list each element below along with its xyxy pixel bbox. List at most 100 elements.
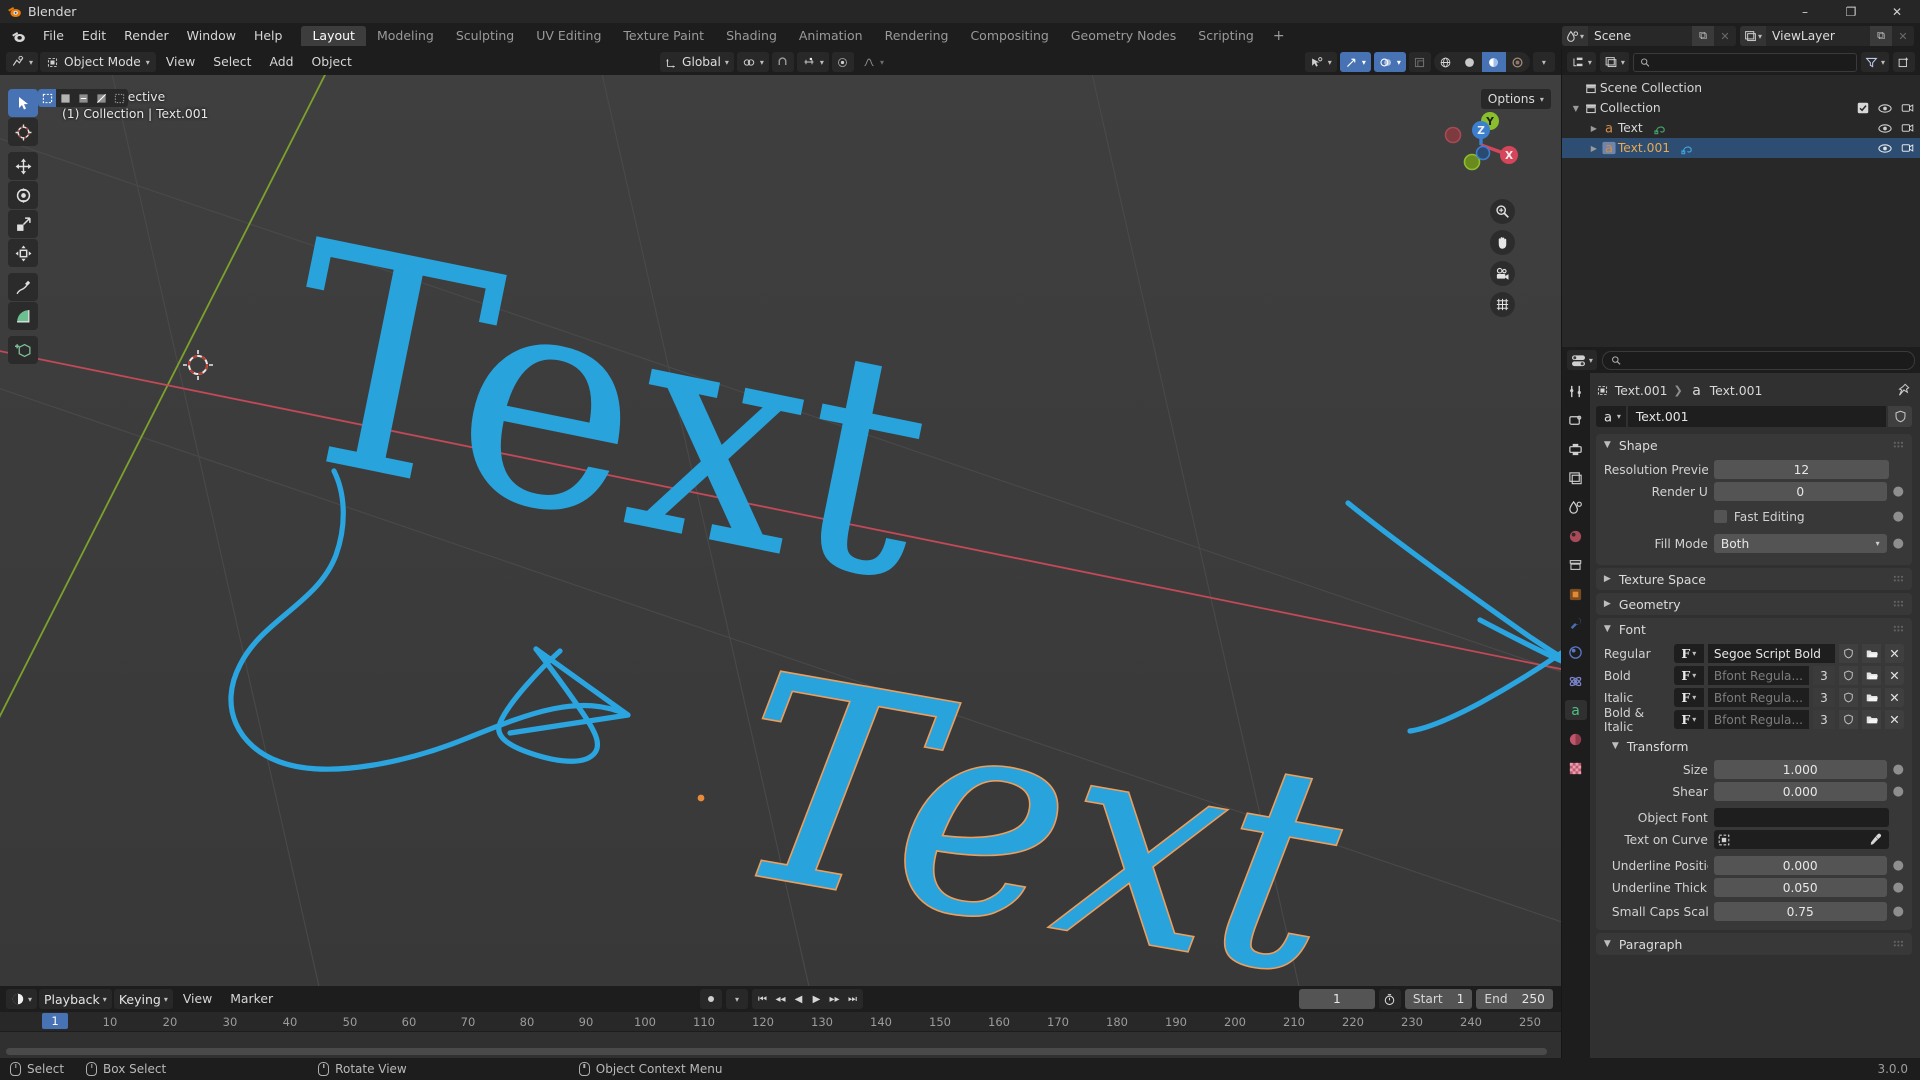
timeline-playhead[interactable]: 1 <box>42 1013 68 1029</box>
proportional-edit-button[interactable] <box>831 52 854 72</box>
timeline-editor-type-button[interactable]: ▾ <box>6 989 38 1009</box>
tab-sculpting[interactable]: Sculpting <box>445 26 525 46</box>
tab-scripting[interactable]: Scripting <box>1187 26 1265 46</box>
cursor-tool-button[interactable] <box>8 118 38 146</box>
font-italic-users[interactable]: 3 <box>1813 688 1835 707</box>
viewlayer-selector[interactable]: ▾ ViewLayer ⧉ ✕ <box>1740 26 1914 46</box>
tab-modifier-properties[interactable] <box>1565 613 1587 633</box>
animate-property-dot[interactable]: ● <box>1893 905 1904 918</box>
transform-orientation-dropdown[interactable]: Global ▾ <box>660 52 734 72</box>
new-viewlayer-button[interactable]: ⧉ <box>1870 26 1892 46</box>
unlink-font-icon[interactable]: ✕ <box>1885 644 1904 663</box>
outliner-row-text-001[interactable]: ▶ a Text.001 <box>1561 138 1920 158</box>
shading-rendered-button[interactable] <box>1506 52 1530 72</box>
tab-object-data-properties[interactable]: a <box>1564 700 1587 720</box>
tab-viewlayer-properties[interactable] <box>1565 468 1587 488</box>
disclosure-triangle[interactable]: ▶ <box>1588 144 1600 153</box>
scene-selector[interactable]: ▾ Scene ⧉ ✕ <box>1562 26 1736 46</box>
tab-output-properties[interactable] <box>1565 439 1587 459</box>
object-mode-dropdown[interactable]: Object Mode ▾ <box>40 52 156 72</box>
tab-rendering[interactable]: Rendering <box>874 26 960 46</box>
open-font-icon[interactable] <box>1862 688 1881 707</box>
open-font-icon[interactable] <box>1862 644 1881 663</box>
use-preview-range-button[interactable] <box>1378 989 1401 1009</box>
properties-search-input[interactable] <box>1601 350 1915 370</box>
properties-editor-type-button[interactable]: ▾ <box>1566 350 1597 370</box>
unlink-scene-button[interactable]: ✕ <box>1714 26 1736 46</box>
tab-texture-paint[interactable]: Texture Paint <box>612 26 715 46</box>
underline-position-field[interactable]: 0.000 <box>1713 856 1887 875</box>
tab-animation[interactable]: Animation <box>788 26 874 46</box>
shading-options-dropdown[interactable]: ▾ <box>1532 52 1555 72</box>
outliner-tree[interactable]: Scene Collection ▼ Collection ▶ a Text ▶… <box>1561 75 1920 347</box>
camera-render-icon[interactable] <box>1901 142 1914 154</box>
outliner-editor-type-button[interactable]: ▾ <box>1566 52 1596 72</box>
font-regular-value[interactable]: Segoe Script Bold <box>1707 644 1835 663</box>
fast-editing-checkbox[interactable] <box>1713 510 1727 523</box>
gizmo-toggle-dropdown[interactable]: ▾ <box>1339 52 1371 72</box>
panel-font-header[interactable]: ▼ Font <box>1596 618 1912 640</box>
play-reverse-button[interactable]: ◀ <box>790 990 807 1008</box>
tab-scene-properties[interactable] <box>1565 497 1587 517</box>
eyedropper-icon[interactable] <box>1869 833 1882 846</box>
menu-render[interactable]: Render <box>115 26 178 46</box>
menu-help[interactable]: Help <box>245 26 292 46</box>
animate-property-dot[interactable]: ● <box>1893 510 1904 523</box>
text-on-curve-field[interactable] <box>1713 830 1889 849</box>
keying-options-dropdown[interactable]: ▾ <box>726 989 748 1009</box>
new-scene-button[interactable]: ⧉ <box>1692 26 1714 46</box>
font-bold-italic-value[interactable]: Bfont Regula... <box>1707 710 1809 729</box>
resolution-preview-field[interactable]: 12 <box>1713 460 1889 479</box>
unlink-font-icon[interactable]: ✕ <box>1885 688 1904 707</box>
size-field[interactable]: 1.000 <box>1713 760 1887 779</box>
font-bold-value[interactable]: Bfont Regula... <box>1707 666 1809 685</box>
panel-shape-header[interactable]: ▼ Shape <box>1596 434 1912 456</box>
animate-property-dot[interactable]: ● <box>1893 485 1904 498</box>
editor-type-button[interactable]: ▾ <box>6 52 39 72</box>
outliner-row-scene-collection[interactable]: Scene Collection <box>1562 78 1920 98</box>
play-button[interactable]: ▶ <box>808 990 825 1008</box>
viewport-menu-add[interactable]: Add <box>261 52 301 72</box>
font-browse-button[interactable]: F ▾ <box>1673 666 1704 685</box>
viewport-menu-select[interactable]: Select <box>205 52 259 72</box>
small-caps-scale-field[interactable]: 0.75 <box>1713 902 1887 921</box>
select-invert-mode-icon[interactable] <box>92 89 110 107</box>
tab-modeling[interactable]: Modeling <box>366 26 445 46</box>
tab-compositing[interactable]: Compositing <box>959 26 1059 46</box>
jump-to-end-button[interactable]: ⏭ <box>844 990 861 1008</box>
tab-particle-properties[interactable] <box>1565 642 1587 662</box>
eye-icon[interactable] <box>1878 103 1892 114</box>
close-button[interactable]: ✕ <box>1874 0 1920 23</box>
select-intersect-mode-icon[interactable] <box>110 89 128 107</box>
properties-search-field[interactable] <box>1626 353 1906 367</box>
overlays-toggle-dropdown[interactable]: ▾ <box>1373 52 1406 72</box>
tab-physics-properties[interactable] <box>1565 671 1587 691</box>
font-browse-button[interactable]: F ▾ <box>1673 710 1704 729</box>
unlink-font-icon[interactable]: ✕ <box>1885 666 1904 685</box>
timeline-track-area[interactable] <box>0 1032 1561 1058</box>
camera-render-icon[interactable] <box>1901 122 1914 134</box>
xray-toggle-button[interactable] <box>1408 52 1431 72</box>
animate-property-dot[interactable]: ● <box>1893 537 1904 550</box>
outliner-filter-button[interactable]: ▾ <box>1860 52 1889 72</box>
tab-texture-properties[interactable] <box>1565 758 1587 778</box>
end-frame-field[interactable]: End 250 <box>1476 989 1553 1009</box>
tab-shading[interactable]: Shading <box>715 26 788 46</box>
animate-property-dot[interactable]: ● <box>1893 763 1904 776</box>
tab-layout[interactable]: Layout <box>301 26 366 46</box>
unlink-font-icon[interactable]: ✕ <box>1885 710 1904 729</box>
outliner-row-text[interactable]: ▶ a Text <box>1562 118 1920 138</box>
navigation-gizmo[interactable]: Y Z X <box>1439 103 1523 187</box>
timeline-menu-keying[interactable]: Keying ▾ <box>113 989 173 1009</box>
tab-object-properties[interactable] <box>1565 584 1587 604</box>
minimize-button[interactable]: – <box>1782 0 1828 23</box>
pivot-point-dropdown[interactable]: ▾ <box>736 52 769 72</box>
viewport-menu-object[interactable]: Object <box>303 52 359 72</box>
fake-user-icon[interactable] <box>1839 710 1858 729</box>
breadcrumb-data-name[interactable]: Text.001 <box>1710 383 1763 398</box>
snap-magnet-button[interactable] <box>771 52 794 72</box>
font-data-icon[interactable]: a ▾ <box>1595 406 1626 427</box>
viewport-menu-view[interactable]: View <box>158 52 203 72</box>
tab-material-properties[interactable] <box>1565 729 1587 749</box>
scale-tool-button[interactable] <box>8 210 38 238</box>
